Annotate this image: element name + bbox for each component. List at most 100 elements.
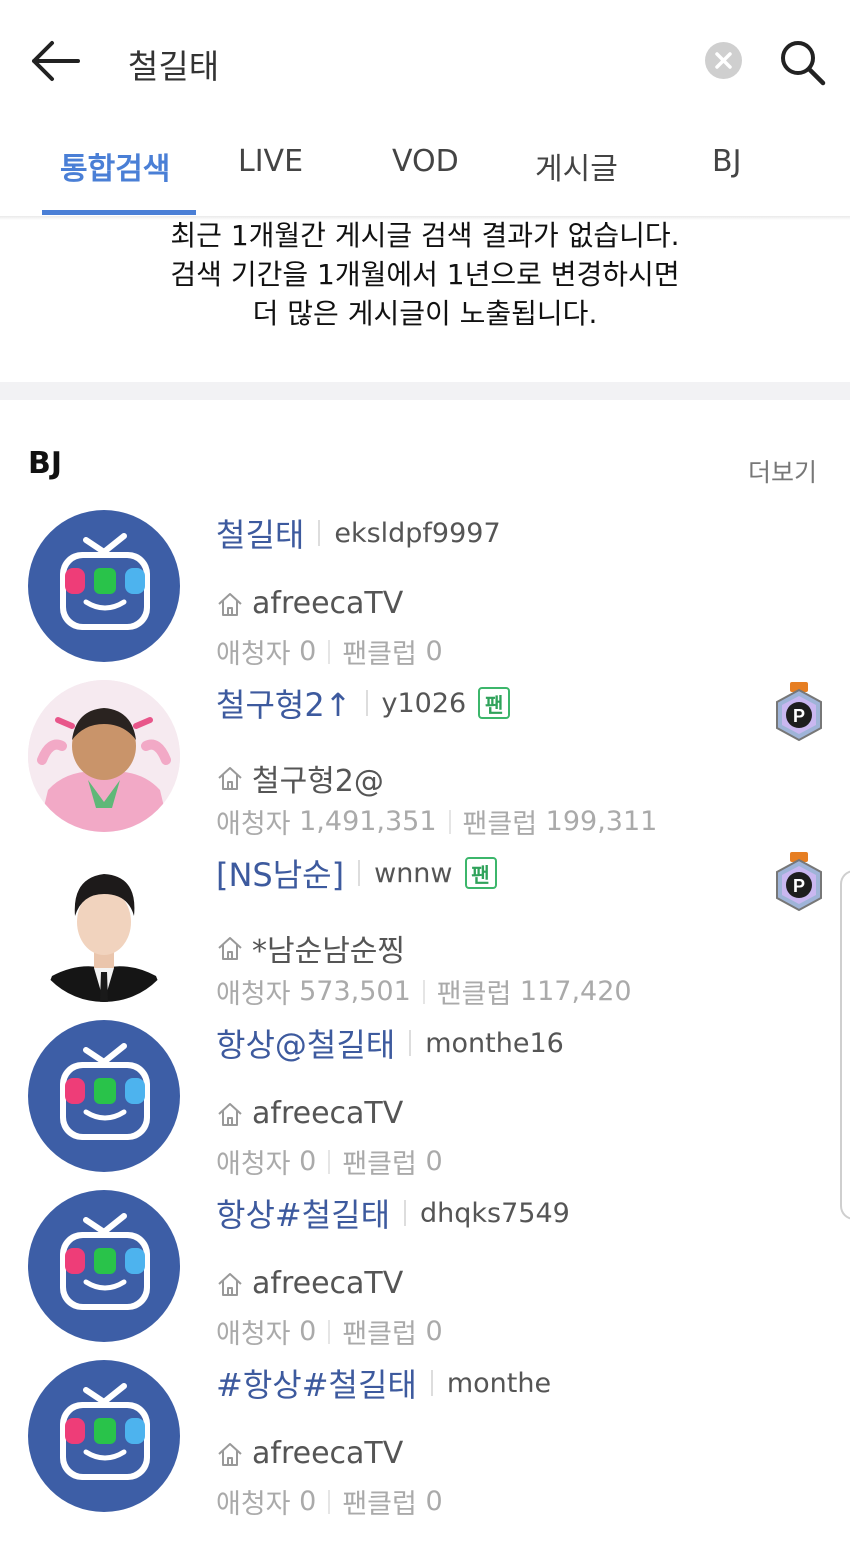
- fanclub-count: 0: [425, 1486, 443, 1517]
- fanclub-label: 팬클럽: [342, 1149, 417, 1180]
- stats-row: 애청자 1,491,351 팬클럽 199,311: [216, 802, 657, 841]
- afreecatv-logo-icon: [60, 1213, 150, 1310]
- avatar[interactable]: [28, 680, 180, 832]
- bj-name[interactable]: #항상#철길태: [216, 1360, 417, 1406]
- viewers-label: 애청자: [216, 809, 291, 840]
- station-name: *남순남순찡: [252, 934, 405, 969]
- bj-list-item[interactable]: 철길태 eksldpf9997 afreecaTV 애청자 0 팬클럽 0: [0, 510, 850, 680]
- station-row: afreecaTV: [216, 1266, 403, 1301]
- tab-integrated[interactable]: 통합검색: [60, 144, 170, 188]
- station-row: afreecaTV: [216, 586, 403, 621]
- scroll-handle[interactable]: [840, 870, 850, 1220]
- clear-icon[interactable]: [705, 42, 742, 79]
- medal-letter: P: [793, 706, 805, 726]
- home-icon: [218, 937, 242, 960]
- stats-row: 애청자 573,501 팬클럽 117,420: [216, 972, 632, 1011]
- fanclub-count: 117,420: [519, 976, 632, 1007]
- viewers-count: 0: [299, 1146, 317, 1177]
- bj-list-item[interactable]: 항상#철길태 dhqks7549 afreecaTV 애청자 0 팬클럽 0: [0, 1190, 850, 1360]
- notice-line: 검색 기간을 1개월에서 1년으로 변경하시면: [170, 258, 680, 291]
- avatar[interactable]: [28, 1360, 180, 1512]
- fanclub-label: 팬클럽: [436, 979, 512, 1010]
- search-tabs: 통합검색 LIVE VOD 게시글 BJ: [0, 130, 850, 216]
- home-icon: [218, 592, 242, 616]
- fan-badge: 팬: [478, 687, 511, 719]
- back-arrow-icon[interactable]: [28, 38, 80, 84]
- home-icon: [218, 1102, 242, 1126]
- section-title: BJ: [28, 446, 63, 481]
- separator: [365, 690, 368, 716]
- bj-list-item[interactable]: [NS남순] wnnw 팬 *남순남순찡 애청자 573,501 팬클럽 117…: [0, 850, 850, 1020]
- separator: [328, 639, 331, 664]
- bj-id: dhqks7549: [420, 1197, 570, 1229]
- section-divider: [0, 382, 850, 400]
- tab-vod[interactable]: VOD: [392, 144, 459, 179]
- user-photo: [28, 680, 180, 832]
- avatar[interactable]: [28, 1190, 180, 1342]
- fan-badge: 팬: [464, 857, 497, 889]
- afreecatv-logo-icon: [60, 1383, 150, 1480]
- afreecatv-logo-icon: [60, 1043, 150, 1140]
- station-name: 철구형2@: [252, 764, 384, 799]
- fanclub-count: 0: [425, 1146, 443, 1177]
- tab-bj[interactable]: BJ: [712, 144, 741, 179]
- fanclub-count: 0: [425, 636, 443, 667]
- notice-line: 최근 1개월간 게시글 검색 결과가 없습니다.: [170, 219, 680, 252]
- separator: [328, 1319, 331, 1344]
- separator: [422, 979, 425, 1004]
- bj-list-item[interactable]: #항상#철길태 monthe afreecaTV 애청자 0 팬클럽 0: [0, 1360, 850, 1530]
- home-icon: [218, 1272, 242, 1296]
- fanclub-label: 팬클럽: [462, 809, 538, 840]
- bj-name-row: 철구형2↑ y1026 팬: [216, 680, 511, 726]
- separator: [448, 809, 451, 834]
- tab-posts[interactable]: 게시글: [535, 144, 618, 188]
- search-icon[interactable]: [778, 38, 826, 86]
- notice-line: 더 많은 게시글이 노출됩니다.: [252, 297, 598, 330]
- separator: [404, 1200, 407, 1226]
- viewers-label: 애청자: [216, 1319, 291, 1350]
- search-header: 철길태: [0, 0, 850, 120]
- bj-id: monthe: [446, 1367, 552, 1399]
- station-row: 철구형2@: [216, 756, 384, 800]
- avatar[interactable]: [28, 510, 180, 662]
- user-photo: [28, 850, 180, 1002]
- separator: [430, 1370, 433, 1396]
- separator: [358, 860, 361, 886]
- bj-name[interactable]: 항상#철길태: [216, 1190, 390, 1236]
- bj-name[interactable]: 항상@철길태: [216, 1020, 395, 1066]
- separator: [328, 1489, 331, 1514]
- bj-name[interactable]: 철구형2↑: [216, 680, 352, 726]
- separator: [318, 520, 321, 546]
- station-row: afreecaTV: [216, 1436, 403, 1471]
- viewers-label: 애청자: [216, 639, 291, 670]
- bj-id: wnnw: [374, 857, 453, 889]
- bj-list-item[interactable]: 철구형2↑ y1026 팬 철구형2@ 애청자 1,491,351 팬클럽 19…: [0, 680, 850, 850]
- fanclub-label: 팬클럽: [342, 1489, 417, 1520]
- bj-list-item[interactable]: 항상@철길태 monthe16 afreecaTV 애청자 0 팬클럽 0: [0, 1020, 850, 1190]
- viewers-label: 애청자: [216, 979, 291, 1010]
- avatar[interactable]: [28, 1020, 180, 1172]
- bj-name[interactable]: [NS남순]: [216, 850, 344, 896]
- station-row: afreecaTV: [216, 1096, 403, 1131]
- bj-id: y1026: [381, 687, 467, 719]
- separator: [409, 1030, 412, 1056]
- tab-live[interactable]: LIVE: [238, 144, 303, 179]
- stats-row: 애청자 0 팬클럽 0: [216, 632, 443, 671]
- bj-id: monthe16: [425, 1027, 564, 1059]
- fanclub-label: 팬클럽: [342, 1319, 417, 1350]
- active-tab-indicator: [42, 210, 196, 215]
- bj-name[interactable]: 철길태: [216, 510, 304, 556]
- bj-name-row: 항상#철길태 dhqks7549: [216, 1190, 570, 1236]
- fanclub-label: 팬클럽: [342, 639, 417, 670]
- bj-name-row: #항상#철길태 monthe: [216, 1360, 551, 1406]
- search-input[interactable]: 철길태: [128, 40, 219, 88]
- station-row: *남순남순찡: [216, 926, 405, 970]
- home-icon: [218, 1442, 242, 1466]
- viewers-label: 애청자: [216, 1149, 291, 1180]
- more-link[interactable]: 더보기: [748, 453, 817, 489]
- partner-medal-icon: P: [776, 852, 822, 912]
- station-name: afreecaTV: [252, 1436, 404, 1471]
- fanclub-count: 199,311: [545, 806, 658, 837]
- avatar[interactable]: [28, 850, 180, 1002]
- afreecatv-logo-icon: [60, 533, 150, 630]
